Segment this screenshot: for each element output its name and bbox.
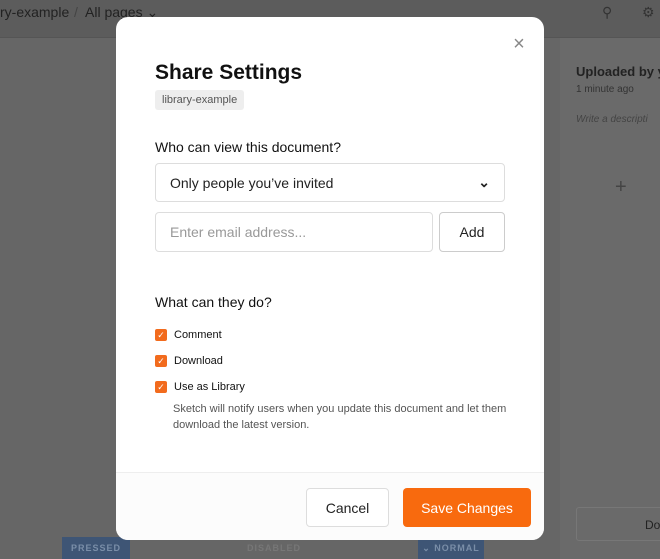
normal-label: NORMAL	[434, 543, 480, 553]
do-question: What can they do?	[155, 294, 272, 310]
breadcrumb-separator: /	[74, 4, 78, 20]
view-permission-select[interactable]: Only people you’ve invited ⌄	[155, 163, 505, 202]
checkbox-comment[interactable]: ✓ Comment	[155, 329, 222, 341]
close-icon[interactable]: ×	[510, 34, 528, 54]
selected-value: Only people you’ve invited	[170, 174, 334, 191]
add-button[interactable]: Add	[439, 212, 505, 252]
breadcrumb-document[interactable]: ry-example	[0, 4, 69, 20]
uploaded-time: 1 minute ago	[576, 84, 634, 95]
download-button[interactable]: Do	[576, 507, 660, 541]
document-tag: library-example	[155, 90, 245, 110]
chevron-down-icon: ⌄	[478, 174, 490, 190]
save-changes-button[interactable]: Save Changes	[403, 488, 531, 527]
pressed-button[interactable]: PRESSED	[62, 537, 130, 559]
checkmark-icon: ✓	[155, 355, 167, 367]
checkbox-download[interactable]: ✓ Download	[155, 355, 223, 367]
right-panel: Uploaded by y 1 minute ago Write a descr…	[560, 38, 660, 559]
normal-button[interactable]: ⌄ NORMAL	[418, 537, 484, 559]
uploaded-by: Uploaded by y	[576, 64, 660, 79]
description-field[interactable]: Write a descripti	[576, 114, 648, 125]
cancel-button[interactable]: Cancel	[306, 488, 389, 527]
view-question: Who can view this document?	[155, 139, 341, 155]
email-input[interactable]	[155, 212, 433, 252]
dialog-title: Share Settings	[155, 61, 303, 84]
checkbox-label: Download	[174, 355, 223, 367]
checkmark-icon: ✓	[155, 329, 167, 341]
dialog-footer: Cancel Save Changes	[116, 472, 544, 540]
gear-icon[interactable]: ⚙	[642, 4, 655, 21]
disabled-button: DISABLED	[246, 543, 301, 553]
library-hint: Sketch will notify users when you update…	[173, 403, 507, 431]
search-icon[interactable]: ⚲	[602, 4, 612, 21]
checkmark-icon: ✓	[155, 381, 167, 393]
plus-icon[interactable]: +	[615, 176, 627, 199]
share-settings-dialog: × Share Settings library-example Who can…	[116, 17, 544, 540]
checkbox-label: Use as Library	[174, 381, 245, 393]
checkbox-use-as-library[interactable]: ✓ Use as Library	[155, 381, 245, 393]
checkbox-label: Comment	[174, 329, 222, 341]
